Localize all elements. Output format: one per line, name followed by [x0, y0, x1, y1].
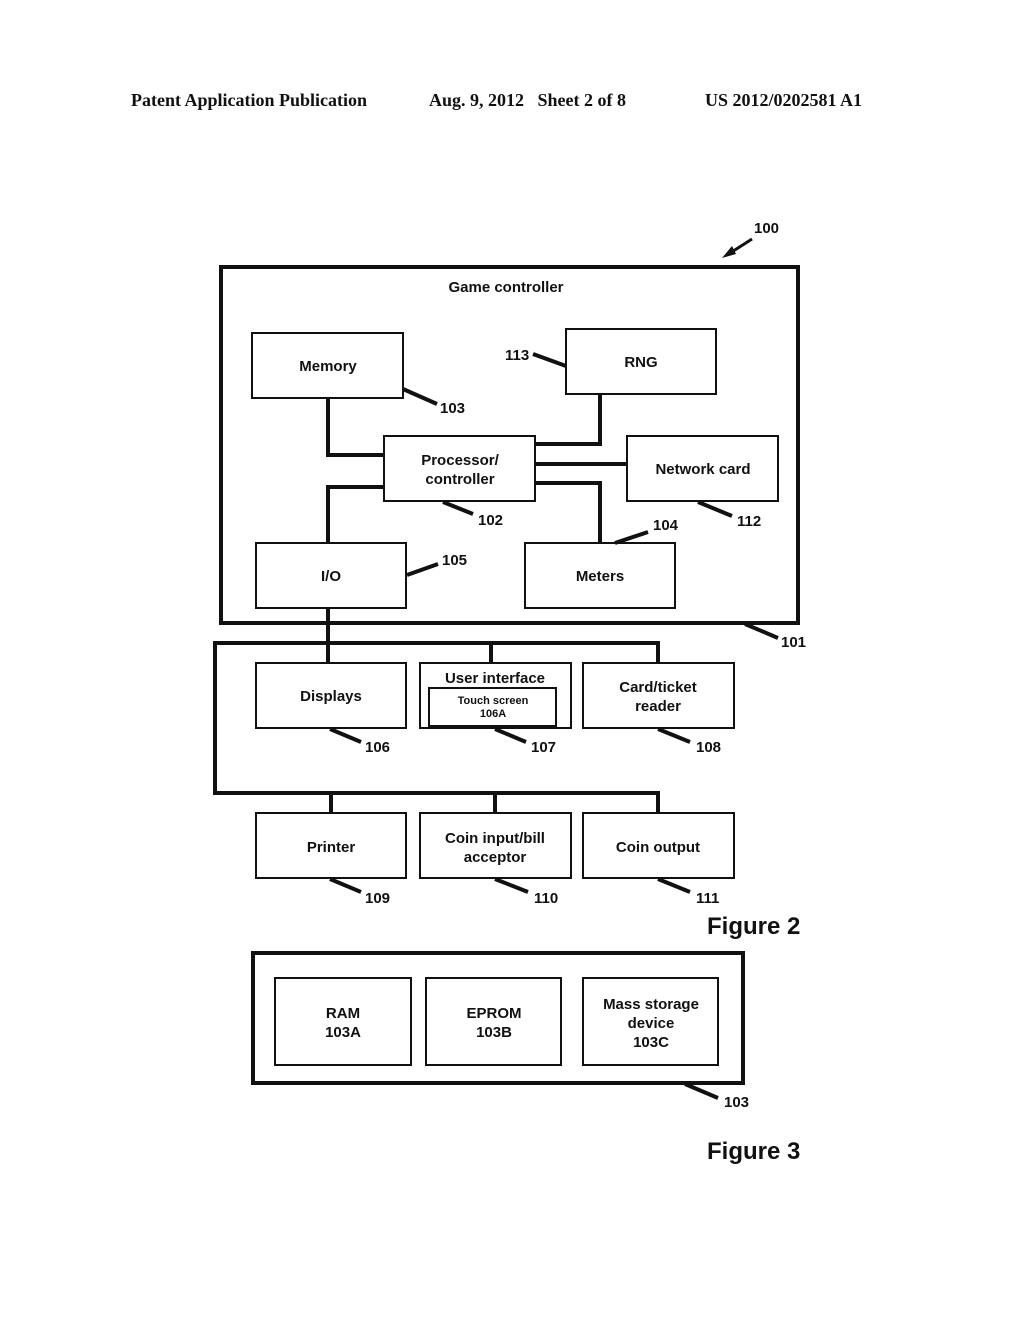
processor-label-line1: Processor/ [421, 452, 499, 469]
card-reader-label-line1: Card/ticket [619, 679, 697, 696]
processor-label-line2: controller [425, 471, 494, 488]
mass-storage-label-line2: device [628, 1015, 675, 1032]
wire-rng-processor [535, 394, 602, 446]
leader-103-fig3 [684, 1082, 719, 1100]
leader-108 [657, 727, 691, 744]
leader-103 [402, 387, 438, 406]
rng-label: RNG [624, 354, 657, 371]
figure-3: RAM 103A EPROM 103B Mass storage device … [251, 951, 800, 1165]
ref-113: 113 [505, 347, 529, 364]
meters-label: Meters [576, 568, 624, 585]
wire-processor-io [326, 485, 384, 543]
ref-106: 106 [365, 739, 390, 756]
ref-109: 109 [365, 890, 390, 907]
io-label: I/O [321, 568, 341, 585]
touch-screen-label-line2: 106A [480, 708, 506, 720]
game-controller-title: Game controller [448, 279, 563, 296]
figure-2-caption: Figure 2 [707, 913, 800, 940]
coin-input-label-line2: acceptor [464, 849, 527, 866]
mass-storage-ref: 103C [633, 1034, 669, 1051]
ram-label: RAM [326, 1005, 360, 1022]
ref-102: 102 [478, 512, 503, 529]
ref-112: 112 [737, 513, 761, 530]
leader-102 [442, 500, 474, 516]
leader-110 [494, 877, 529, 894]
leader-111 [657, 877, 691, 894]
card-reader-label-line2: reader [635, 698, 681, 715]
ram-ref: 103A [325, 1024, 361, 1041]
user-interface-label: User interface [445, 670, 545, 687]
coin-output-label: Coin output [616, 839, 700, 856]
network-card-label: Network card [655, 461, 750, 478]
touch-screen-label-line1: Touch screen [458, 695, 529, 707]
printer-label: Printer [307, 839, 356, 856]
mass-storage-label-line1: Mass storage [603, 996, 699, 1013]
block-diagram: 100 Game controller 101 Memory 103 RNG 1… [213, 220, 806, 1165]
leader-107 [494, 727, 527, 744]
coin-input-label-line1: Coin input/bill [445, 830, 545, 847]
ref-111: 111 [696, 890, 719, 907]
memory-label: Memory [299, 358, 357, 375]
arrowhead-icon [722, 246, 736, 258]
leader-105 [406, 562, 439, 577]
leader-106 [329, 727, 362, 744]
leader-112 [697, 500, 733, 518]
ref-103-fig3: 103 [724, 1094, 749, 1111]
ref-101: 101 [781, 634, 806, 651]
figure-2: 100 Game controller 101 Memory 103 RNG 1… [213, 220, 806, 940]
eprom-label: EPROM [466, 1005, 521, 1022]
eprom-ref: 103B [476, 1024, 512, 1041]
leader-101 [744, 622, 779, 640]
ref-104: 104 [653, 517, 679, 534]
leader-109 [329, 877, 362, 894]
leader-104 [614, 530, 649, 545]
displays-label: Displays [300, 688, 362, 705]
wire-memory-processor [326, 398, 384, 457]
ref-103: 103 [440, 400, 465, 417]
ref-105: 105 [442, 552, 467, 569]
wire-processor-meters [535, 481, 602, 543]
touch-screen-box [428, 687, 557, 727]
figure-3-caption: Figure 3 [707, 1138, 800, 1165]
ref-107: 107 [531, 739, 556, 756]
ref-110: 110 [534, 890, 558, 907]
system-ref: 100 [754, 220, 779, 237]
ref-108: 108 [696, 739, 721, 756]
leader-113 [532, 352, 567, 368]
